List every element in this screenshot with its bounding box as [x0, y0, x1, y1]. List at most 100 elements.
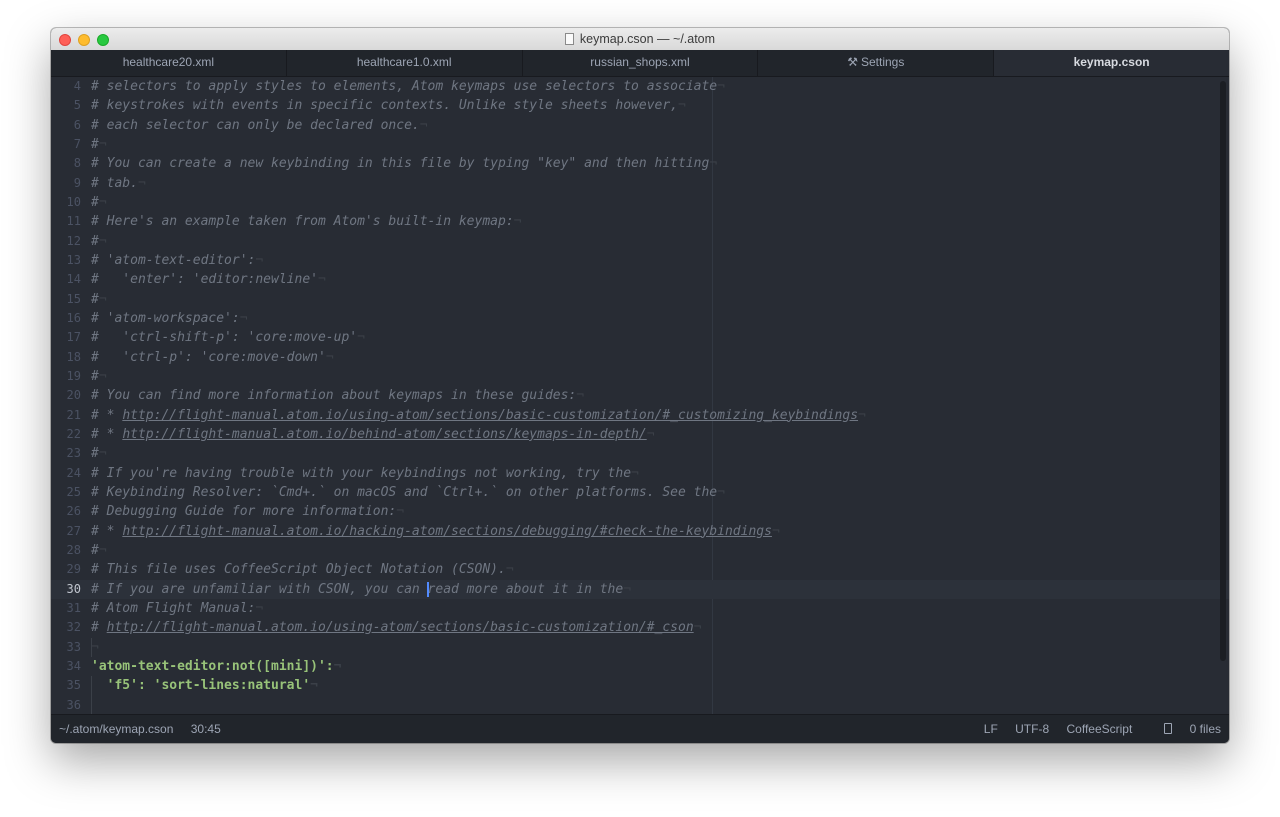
eol-invisible-marker: ¬: [98, 136, 107, 152]
status-grammar[interactable]: CoffeeScript: [1066, 722, 1132, 736]
line-text: #¬: [91, 290, 107, 309]
line-number[interactable]: 22: [51, 425, 81, 444]
code-line[interactable]: 25 # Keybinding Resolver: `Cmd+.` on macO…: [51, 483, 1229, 502]
code-line[interactable]: 33 ¬: [51, 637, 1229, 657]
code-line[interactable]: 32 # http://flight-manual.atom.io/using-a…: [51, 618, 1229, 637]
code-line[interactable]: 26 # Debugging Guide for more information…: [51, 502, 1229, 521]
code-line[interactable]: 36: [51, 695, 1229, 715]
line-number[interactable]: 28: [51, 541, 81, 560]
code-line[interactable]: 14 # 'enter': 'editor:newline'¬: [51, 270, 1229, 289]
code-line[interactable]: 31 # Atom Flight Manual:¬: [51, 599, 1229, 618]
code-line[interactable]: 13 # 'atom-text-editor':¬: [51, 251, 1229, 270]
line-number[interactable]: 30: [51, 580, 81, 599]
eol-invisible-marker: ¬: [709, 156, 718, 172]
line-number[interactable]: 20: [51, 386, 81, 405]
code-line[interactable]: 28 #¬: [51, 541, 1229, 560]
code-line[interactable]: 34 'atom-text-editor:not([mini])':¬: [51, 657, 1229, 676]
line-text: # * http://flight-manual.atom.io/hacking…: [91, 522, 780, 541]
comment-link[interactable]: http://flight-manual.atom.io/behind-atom…: [122, 427, 646, 442]
line-number[interactable]: 33: [51, 638, 81, 657]
code-line[interactable]: 12 #¬: [51, 232, 1229, 251]
line-number[interactable]: 27: [51, 522, 81, 541]
code-line[interactable]: 18 # 'ctrl-p': 'core:move-down'¬: [51, 348, 1229, 367]
line-number[interactable]: 4: [51, 77, 81, 96]
status-cursor-position[interactable]: 30:45: [191, 722, 221, 736]
line-number[interactable]: 23: [51, 444, 81, 463]
code-line[interactable]: 8 # You can create a new keybinding in th…: [51, 154, 1229, 173]
status-files[interactable]: 0 files: [1150, 722, 1221, 736]
status-bar: ~/.atom/keymap.cson 30:45 LF UTF-8 Coffe…: [51, 714, 1229, 743]
line-number[interactable]: 16: [51, 309, 81, 328]
tab-label: russian_shops.xml: [590, 55, 690, 69]
code-line[interactable]: 5 # keystrokes with events in specific co…: [51, 96, 1229, 115]
code-line[interactable]: 10 #¬: [51, 193, 1229, 212]
tab-healthcare1[interactable]: healthcare1.0.xml: [287, 50, 523, 76]
line-number[interactable]: 19: [51, 367, 81, 386]
title-bar[interactable]: keymap.cson — ~/.atom: [51, 28, 1229, 51]
eol-invisible-marker: ¬: [91, 639, 99, 655]
code-line[interactable]: 17 # 'ctrl-shift-p': 'core:move-up'¬: [51, 328, 1229, 347]
tab-russian-shops[interactable]: russian_shops.xml: [523, 50, 759, 76]
line-number[interactable]: 34: [51, 657, 81, 676]
line-text: # You can find more information about ke…: [91, 386, 584, 405]
line-content: # You can create a new keybinding in thi…: [91, 156, 710, 172]
line-number[interactable]: 10: [51, 193, 81, 212]
code-editor[interactable]: 4 # selectors to apply styles to elements…: [51, 77, 1229, 715]
line-number[interactable]: 17: [51, 328, 81, 347]
vertical-scrollbar[interactable]: [1220, 81, 1226, 661]
status-file-path[interactable]: ~/.atom/keymap.cson: [59, 722, 173, 736]
line-number[interactable]: 12: [51, 232, 81, 251]
comment-link[interactable]: http://flight-manual.atom.io/using-atom/…: [122, 408, 858, 423]
code-line[interactable]: 29 # This file uses CoffeeScript Object N…: [51, 560, 1229, 579]
line-number[interactable]: 6: [51, 116, 81, 135]
code-line[interactable]: 23 #¬: [51, 444, 1229, 463]
eol-invisible-marker: ¬: [98, 368, 107, 384]
code-line[interactable]: 7 #¬: [51, 135, 1229, 154]
line-number[interactable]: 24: [51, 464, 81, 483]
code-line[interactable]: 30 # If you are unfamiliar with CSON, you…: [51, 579, 1229, 599]
code-line[interactable]: 9 # tab.¬: [51, 174, 1229, 193]
line-number[interactable]: 18: [51, 348, 81, 367]
line-number[interactable]: 11: [51, 212, 81, 231]
code-line[interactable]: 22 # * http://flight-manual.atom.io/behin…: [51, 425, 1229, 444]
line-number[interactable]: 13: [51, 251, 81, 270]
tab-keymap[interactable]: keymap.cson: [994, 50, 1229, 76]
status-encoding[interactable]: UTF-8: [1015, 722, 1049, 736]
code-line[interactable]: 27 # * http://flight-manual.atom.io/hacki…: [51, 522, 1229, 541]
line-number[interactable]: 25: [51, 483, 81, 502]
line-number[interactable]: 14: [51, 270, 81, 289]
tab-settings[interactable]: ⚒ Settings: [758, 50, 995, 76]
code-line[interactable]: 4 # selectors to apply styles to elements…: [51, 77, 1229, 96]
line-content: #: [91, 542, 99, 558]
line-content: # Here's an example taken from Atom's bu…: [91, 214, 514, 230]
code-line[interactable]: 35 'f5': 'sort-lines:natural'¬: [51, 676, 1229, 696]
line-number[interactable]: 5: [51, 96, 81, 115]
line-number[interactable]: 36: [51, 696, 81, 715]
line-number[interactable]: 31: [51, 599, 81, 618]
line-number[interactable]: 8: [51, 154, 81, 173]
line-number[interactable]: 32: [51, 618, 81, 637]
code-line[interactable]: 16 # 'atom-workspace':¬: [51, 309, 1229, 328]
line-number[interactable]: 21: [51, 406, 81, 425]
comment-link[interactable]: http://flight-manual.atom.io/hacking-ato…: [122, 524, 772, 539]
eol-invisible-marker: ¬: [678, 98, 686, 114]
line-text: #¬: [91, 367, 107, 386]
comment-link[interactable]: http://flight-manual.atom.io/using-atom/…: [107, 620, 694, 635]
code-line[interactable]: 24 # If you're having trouble with your k…: [51, 464, 1229, 483]
tab-healthcare20[interactable]: healthcare20.xml: [51, 50, 287, 76]
line-number[interactable]: 15: [51, 290, 81, 309]
line-number[interactable]: 35: [51, 676, 81, 695]
code-line[interactable]: 19 #¬: [51, 367, 1229, 386]
line-number[interactable]: 7: [51, 135, 81, 154]
eol-invisible-marker: ¬: [310, 678, 318, 694]
code-line[interactable]: 11 # Here's an example taken from Atom's …: [51, 212, 1229, 231]
line-number[interactable]: 29: [51, 560, 81, 579]
line-number[interactable]: 9: [51, 174, 81, 193]
code-line[interactable]: 20 # You can find more information about …: [51, 386, 1229, 405]
code-line[interactable]: 15 #¬: [51, 290, 1229, 309]
code-line[interactable]: 6 # each selector can only be declared on…: [51, 116, 1229, 135]
code-line[interactable]: 21 # * http://flight-manual.atom.io/using…: [51, 406, 1229, 425]
eol-invisible-marker: ¬: [98, 542, 107, 558]
line-number[interactable]: 26: [51, 502, 81, 521]
status-line-ending[interactable]: LF: [984, 722, 998, 736]
